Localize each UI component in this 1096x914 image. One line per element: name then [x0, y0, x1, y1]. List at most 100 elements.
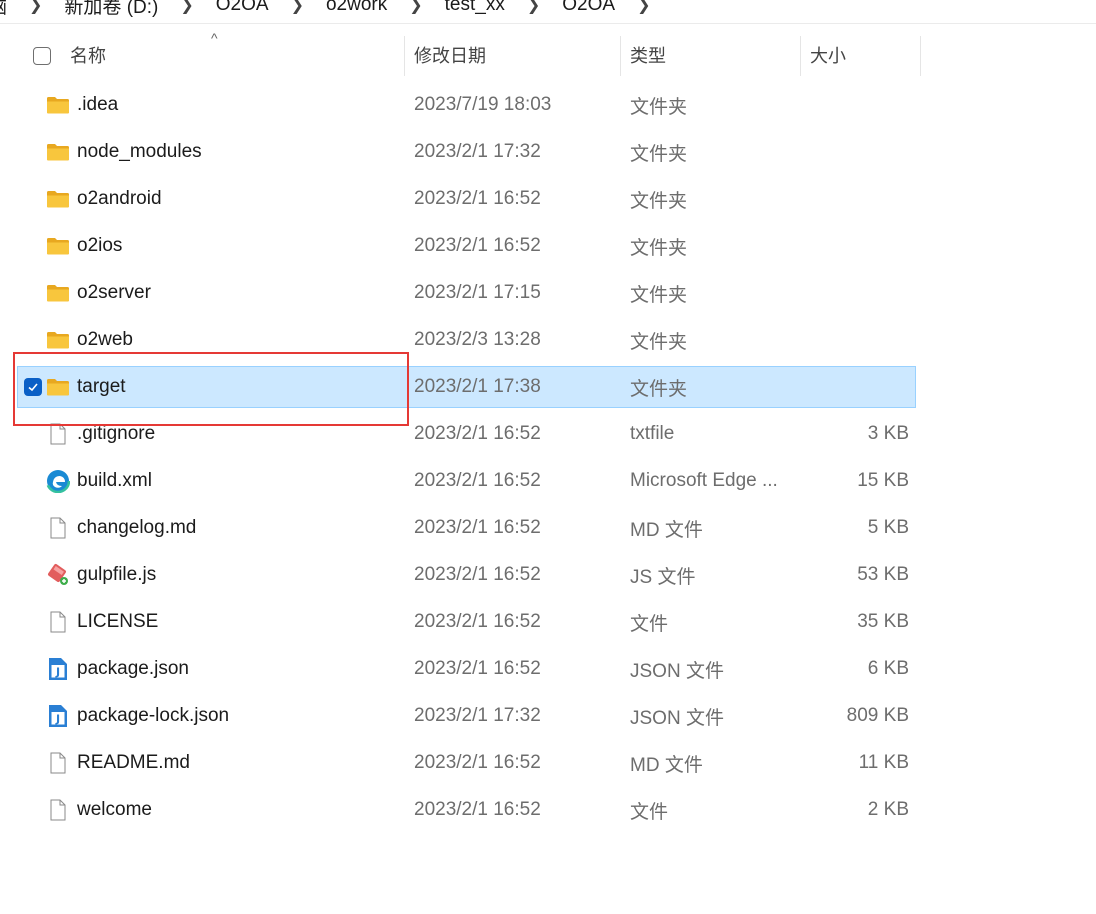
breadcrumb-item[interactable]: O2OA: [562, 0, 615, 16]
file-type: Microsoft Edge ...: [630, 470, 778, 491]
folder-icon: [46, 281, 70, 305]
file-type: 文件夹: [630, 190, 688, 212]
file-size: 3 KB: [867, 423, 909, 444]
file-row[interactable]: Jpackage-lock.json 2023/2/1 17:32 JSON 文件 8…: [18, 696, 915, 736]
file-row[interactable]: Jpackage.json 2023/2/1 16:52 JSON 文件 6 KB: [18, 649, 915, 689]
file-size: 809 KB: [846, 705, 909, 726]
file-size: 11 KB: [858, 752, 909, 773]
file-row[interactable]: o2server 2023/2/1 17:15 文件夹: [18, 273, 915, 313]
file-name: o2server: [77, 282, 151, 303]
file-name: .idea: [77, 94, 119, 115]
file-name: package-lock.json: [77, 705, 230, 726]
file-type: JSON 文件: [630, 660, 724, 682]
file-type: 文件夹: [630, 331, 688, 353]
file-row[interactable]: changelog.md 2023/2/1 16:52 MD 文件 5 KB: [18, 508, 915, 548]
annotation-highlight-box: [13, 352, 409, 426]
file-type: 文件夹: [630, 96, 688, 118]
file-date: 2023/2/1 16:52: [414, 423, 541, 444]
file-date: 2023/2/1 16:52: [414, 611, 541, 632]
breadcrumb-item[interactable]: 新加卷 (D:): [64, 0, 158, 19]
file-type: JS 文件: [630, 566, 696, 588]
svg-text:J: J: [55, 666, 60, 679]
file-date: 2023/2/1 17:32: [414, 141, 541, 162]
file-date: 2023/2/1 16:52: [414, 470, 541, 491]
chevron-right-icon[interactable]: ❯: [527, 0, 540, 15]
file-name: README.md: [77, 752, 190, 773]
file-size: 53 KB: [857, 564, 909, 585]
json-icon: J: [46, 657, 70, 681]
file-name: changelog.md: [77, 517, 197, 538]
file-name: o2ios: [77, 235, 123, 256]
file-date: 2023/2/1 17:32: [414, 705, 541, 726]
sort-ascending-icon: ^: [211, 30, 218, 46]
file-type: MD 文件: [630, 754, 703, 776]
file-row[interactable]: LICENSE 2023/2/1 16:52 文件 35 KB: [18, 602, 915, 642]
file-name: gulpfile.js: [77, 564, 157, 585]
file-size: 35 KB: [857, 611, 909, 632]
column-header-type[interactable]: 类型: [630, 32, 666, 78]
file-row[interactable]: o2android 2023/2/1 16:52 文件夹: [18, 179, 915, 219]
chevron-right-icon[interactable]: ❯: [180, 0, 193, 15]
chevron-right-icon[interactable]: ❯: [637, 0, 650, 15]
file-name: package.json: [77, 658, 189, 679]
column-header: ^ 名称 修改日期 类型 大小: [0, 30, 921, 78]
file-date: 2023/2/1 17:15: [414, 282, 541, 303]
file-date: 2023/7/19 18:03: [414, 94, 552, 115]
script-icon: [46, 563, 70, 587]
edge-icon: [45, 468, 71, 494]
divider: [0, 23, 1096, 24]
file-icon: [46, 751, 70, 775]
chevron-right-icon[interactable]: ❯: [409, 0, 422, 15]
file-row[interactable]: node_modules 2023/2/1 17:32 文件夹: [18, 132, 915, 172]
file-type: JSON 文件: [630, 707, 724, 729]
file-type: 文件: [630, 801, 669, 823]
file-size: 5 KB: [867, 517, 909, 538]
breadcrumb-item[interactable]: o2work: [326, 0, 387, 16]
file-name: node_modules: [77, 141, 202, 162]
file-row[interactable]: gulpfile.js 2023/2/1 16:52 JS 文件 53 KB: [18, 555, 915, 595]
chevron-right-icon[interactable]: ❯: [291, 0, 304, 15]
column-divider[interactable]: [920, 36, 921, 76]
file-row[interactable]: welcome 2023/2/1 16:52 文件 2 KB: [18, 790, 915, 830]
file-icon: [46, 798, 70, 822]
file-icon: [46, 516, 70, 540]
file-type: 文件夹: [630, 143, 688, 165]
file-row[interactable]: .idea 2023/7/19 18:03 文件夹: [18, 85, 915, 125]
file-date: 2023/2/1 16:52: [414, 517, 541, 538]
folder-icon: [46, 187, 70, 211]
file-type: 文件夹: [630, 378, 688, 400]
file-type: txtfile: [630, 423, 675, 444]
file-type: 文件夹: [630, 284, 688, 306]
folder-icon: [46, 93, 70, 117]
file-date: 2023/2/1 17:38: [414, 376, 541, 397]
folder-icon: [46, 234, 70, 258]
file-type: 文件夹: [630, 237, 688, 259]
file-date: 2023/2/1 16:52: [414, 188, 541, 209]
file-name: welcome: [77, 799, 152, 820]
breadcrumb: 脑 ❯ 新加卷 (D:) ❯ O2OA ❯ o2work ❯ test_xx ❯…: [0, 0, 1096, 23]
file-icon: [46, 610, 70, 634]
chevron-right-icon[interactable]: ❯: [29, 0, 42, 15]
column-divider[interactable]: [404, 36, 405, 76]
breadcrumb-item[interactable]: test_xx: [445, 0, 505, 16]
file-row[interactable]: README.md 2023/2/1 16:52 MD 文件 11 KB: [18, 743, 915, 783]
breadcrumb-item[interactable]: 脑: [0, 0, 7, 19]
column-header-name[interactable]: 名称: [70, 32, 106, 78]
file-row[interactable]: build.xml 2023/2/1 16:52 Microsoft Edge ..…: [18, 461, 915, 501]
column-divider[interactable]: [620, 36, 621, 76]
breadcrumb-item[interactable]: O2OA: [216, 0, 269, 16]
file-date: 2023/2/1 16:52: [414, 799, 541, 820]
file-date: 2023/2/1 16:52: [414, 752, 541, 773]
column-divider[interactable]: [800, 36, 801, 76]
file-date: 2023/2/1 16:52: [414, 658, 541, 679]
folder-icon: [46, 140, 70, 164]
file-size: 2 KB: [867, 799, 909, 820]
file-row[interactable]: o2ios 2023/2/1 16:52 文件夹: [18, 226, 915, 266]
json-icon: J: [46, 704, 70, 728]
file-type: 文件: [630, 613, 669, 635]
folder-icon: [46, 328, 70, 352]
svg-text:J: J: [55, 713, 60, 726]
column-header-date[interactable]: 修改日期: [414, 32, 486, 78]
column-header-size[interactable]: 大小: [810, 32, 846, 78]
file-name: LICENSE: [77, 611, 159, 632]
